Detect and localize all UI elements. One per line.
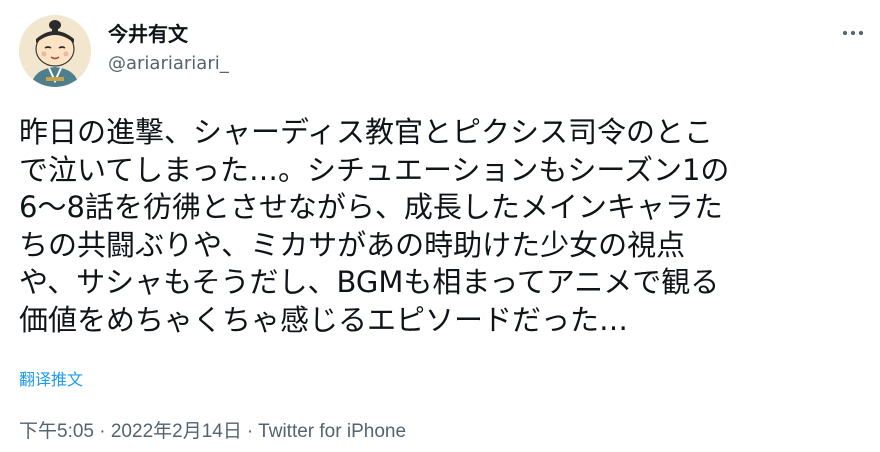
meta-separator: · [246, 421, 254, 442]
tweet-timestamp-link[interactable]: 下午5:05 · 2022年2月14日 [19, 421, 242, 442]
author-avatar[interactable] [19, 15, 91, 87]
cartoon-avatar-icon [19, 15, 91, 87]
tweet-source-link[interactable]: Twitter for iPhone [258, 421, 406, 442]
more-options-button[interactable] [836, 20, 870, 46]
tweet-metadata: 下午5:05 · 2022年2月14日 · Twitter for iPhone [19, 419, 406, 445]
tweet-text-line: や、サシャもそうだし、BGMも相まってアニメで観る [19, 265, 720, 299]
tweet-text-line: 6〜8話を彷彿とさせながら、成長したメインキャラた [19, 190, 723, 224]
tweet-text-line: で泣いてしまった…。シチュエーションもシーズン1の [19, 152, 730, 187]
tweet-text-line: 昨日の進撃、シャーディス教官とピクシス司令のとこ [19, 115, 713, 149]
more-options-icon [842, 30, 864, 36]
author-handle[interactable]: @ariariariari_ [108, 52, 229, 76]
tweet-text-line: 価値をめちゃくちゃ感じるエピソードだった… [19, 302, 629, 337]
tweet-text: 昨日の進撃、シャーディス教官とピクシス司令のとこ で泣いてしまった…。シチュエー… [19, 114, 869, 339]
author-display-name[interactable]: 今井有文 [108, 21, 188, 47]
translate-tweet-link[interactable]: 翻译推文 [19, 369, 83, 391]
tweet-text-line: ちの共闘ぶりや、ミカサがあの時助けた少女の視点 [19, 227, 686, 262]
